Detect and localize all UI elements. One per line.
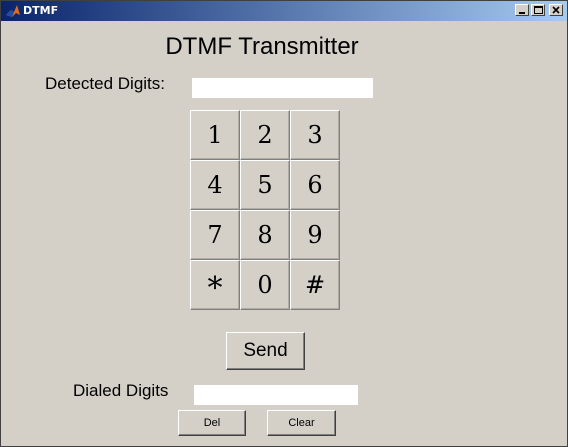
key-1[interactable]: 1 [190, 110, 240, 160]
key-2[interactable]: 2 [240, 110, 290, 160]
minimize-button[interactable] [515, 4, 529, 16]
clear-button[interactable]: Clear [267, 410, 336, 436]
title-bar[interactable]: DTMF [1, 1, 567, 21]
key-hash[interactable]: # [290, 260, 340, 310]
dialed-digits-label: Dialed Digits [73, 381, 169, 400]
maximize-icon [534, 6, 543, 14]
key-5[interactable]: 5 [240, 160, 290, 210]
key-8[interactable]: 8 [240, 210, 290, 260]
matlab-icon [6, 5, 20, 17]
close-button[interactable] [549, 4, 563, 16]
key-7[interactable]: 7 [190, 210, 240, 260]
del-button[interactable]: Del [178, 410, 246, 436]
maximize-button[interactable] [531, 4, 545, 16]
page-title: DTMF Transmitter [165, 33, 359, 60]
detected-digits-field[interactable] [192, 78, 373, 98]
dialed-digits-field[interactable] [194, 385, 358, 405]
dtmf-window: DTMF DTMF Transmitter Detected Digits: 1… [0, 0, 568, 447]
send-button[interactable]: Send [226, 332, 305, 370]
key-4[interactable]: 4 [190, 160, 240, 210]
key-0[interactable]: 0 [240, 260, 290, 310]
key-star[interactable]: * [190, 260, 240, 310]
key-6[interactable]: 6 [290, 160, 340, 210]
window-title: DTMF [23, 4, 59, 17]
minimize-icon [519, 12, 525, 14]
detected-digits-label: Detected Digits: [45, 74, 165, 93]
close-icon [552, 6, 560, 14]
key-3[interactable]: 3 [290, 110, 340, 160]
keypad: 1 2 3 4 5 6 7 8 9 * 0 # [190, 110, 341, 315]
key-9[interactable]: 9 [290, 210, 340, 260]
